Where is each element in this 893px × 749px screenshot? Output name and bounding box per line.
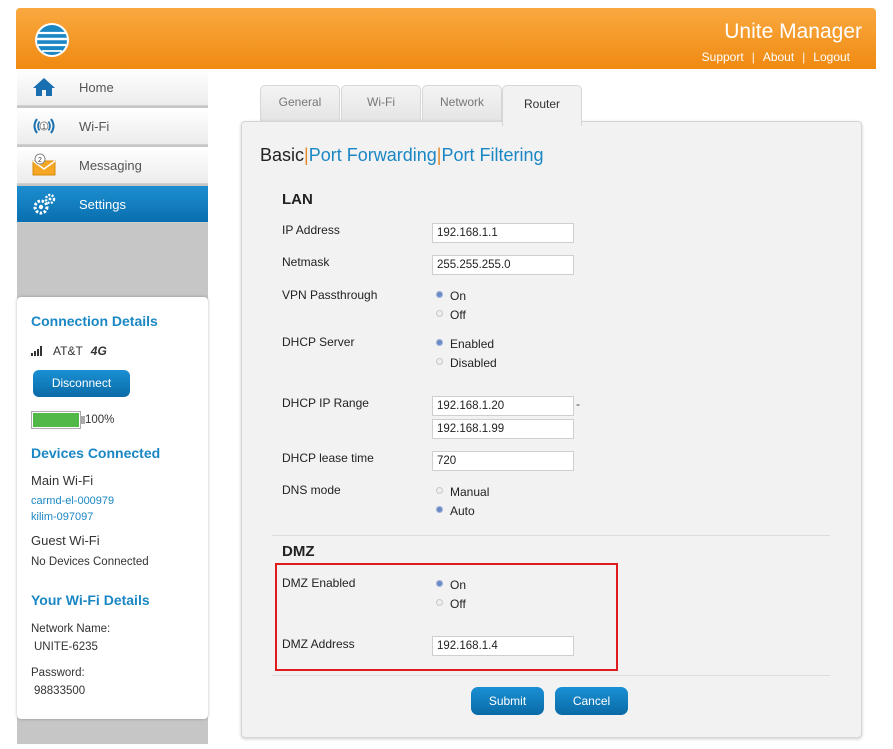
home-icon bbox=[29, 77, 59, 97]
sidebar-item-label: Messaging bbox=[79, 157, 142, 173]
app-title: Unite Manager bbox=[724, 20, 862, 43]
dns-manual-radio[interactable]: Manual bbox=[436, 485, 489, 499]
dhcp-lease-time-field[interactable]: 720 bbox=[432, 451, 574, 471]
radio-unselected-icon bbox=[436, 357, 443, 365]
top-links: Support | About | Logout bbox=[694, 50, 858, 64]
dns-auto-radio[interactable]: Auto bbox=[436, 504, 475, 518]
att-logo-icon bbox=[35, 23, 69, 57]
radio-label: Auto bbox=[450, 504, 475, 518]
radio-unselected-icon bbox=[436, 486, 443, 494]
wifi-details-title: Your Wi-Fi Details bbox=[31, 592, 150, 608]
radio-label: Off bbox=[450, 308, 466, 322]
4g-lte-icon: 4G bbox=[90, 344, 107, 358]
main-wifi-label: Main Wi-Fi bbox=[31, 473, 94, 488]
messaging-icon: 2 bbox=[29, 153, 59, 177]
wifi-icon: 1 bbox=[29, 115, 59, 137]
sidebar-item-settings[interactable]: Settings bbox=[17, 186, 208, 223]
link-separator: | bbox=[751, 50, 755, 64]
radio-unselected-icon bbox=[436, 309, 443, 317]
password-value: 98833500 bbox=[34, 685, 86, 697]
svg-text:2: 2 bbox=[38, 157, 42, 164]
devices-connected-title: Devices Connected bbox=[31, 445, 161, 461]
dhcp-server-label: DHCP Server bbox=[282, 335, 355, 349]
dhcp-range-start-field[interactable]: 192.168.1.20 bbox=[432, 396, 574, 416]
range-dash: - bbox=[576, 397, 580, 411]
vpn-on-radio[interactable]: On bbox=[436, 289, 466, 303]
link-separator: | bbox=[802, 50, 806, 64]
dns-mode-label: DNS mode bbox=[282, 483, 341, 497]
ip-address-label: IP Address bbox=[282, 223, 340, 237]
radio-selected-icon bbox=[436, 290, 443, 298]
subnav-port-forwarding[interactable]: Port Forwarding bbox=[309, 145, 437, 165]
status-panel: Connection Details AT&T 4G Disconnect 10… bbox=[17, 297, 208, 719]
signal-icon bbox=[31, 346, 42, 356]
sidebar-item-label: Home bbox=[79, 79, 114, 95]
radio-label: Manual bbox=[450, 485, 490, 499]
ip-address-field[interactable]: 192.168.1.1 bbox=[432, 223, 574, 243]
sidebar-item-home[interactable]: Home bbox=[17, 69, 208, 106]
dhcp-ip-range-label: DHCP IP Range bbox=[282, 396, 369, 410]
submit-button[interactable]: Submit bbox=[471, 687, 544, 715]
svg-text:1: 1 bbox=[42, 124, 46, 131]
disconnect-button[interactable]: Disconnect bbox=[33, 370, 130, 397]
dhcp-range-end-field[interactable]: 192.168.1.99 bbox=[432, 419, 574, 439]
carrier-row: AT&T 4G bbox=[31, 344, 107, 358]
dmz-highlight-box bbox=[275, 563, 618, 671]
settings-icon bbox=[29, 192, 59, 216]
logout-link[interactable]: Logout bbox=[805, 50, 858, 64]
netmask-field[interactable]: 255.255.255.0 bbox=[432, 255, 574, 275]
battery-fill bbox=[33, 413, 79, 427]
device-link[interactable]: kilim-097097 bbox=[31, 511, 93, 523]
radio-label: Enabled bbox=[450, 337, 495, 351]
section-divider bbox=[272, 535, 830, 536]
vpn-passthrough-label: VPN Passthrough bbox=[282, 288, 378, 302]
carrier-name: AT&T bbox=[53, 344, 83, 358]
connection-details-title: Connection Details bbox=[31, 313, 158, 329]
dhcp-lease-time-label: DHCP lease time bbox=[282, 451, 374, 465]
dhcp-enabled-radio[interactable]: Enabled bbox=[436, 337, 494, 351]
sidebar-item-label: Settings bbox=[79, 196, 126, 212]
sidebar-item-wifi[interactable]: 1 Wi-Fi bbox=[17, 108, 208, 145]
header-bar: Unite Manager Support | About | Logout bbox=[16, 8, 876, 69]
sidebar-item-messaging[interactable]: 2 Messaging bbox=[17, 147, 208, 184]
sidebar-item-label: Wi-Fi bbox=[79, 118, 110, 134]
radio-selected-icon bbox=[436, 505, 443, 513]
tab-network[interactable]: Network bbox=[422, 85, 502, 122]
radio-label: Disabled bbox=[450, 356, 497, 370]
radio-selected-icon bbox=[436, 338, 443, 346]
about-link[interactable]: About bbox=[755, 50, 802, 64]
network-name-value: UNITE-6235 bbox=[34, 641, 98, 653]
password-label: Password: bbox=[31, 667, 85, 679]
battery-icon bbox=[31, 411, 85, 429]
dmz-section-title: DMZ bbox=[282, 543, 315, 560]
cancel-button[interactable]: Cancel bbox=[555, 687, 628, 715]
guest-devices-status: No Devices Connected bbox=[31, 556, 149, 568]
subnav-basic[interactable]: Basic bbox=[260, 145, 304, 165]
breadcrumb: Basic|Port Forwarding|Port Filtering bbox=[260, 145, 544, 166]
dhcp-disabled-radio[interactable]: Disabled bbox=[436, 356, 497, 370]
battery-percent: 100% bbox=[85, 414, 115, 426]
guest-wifi-label: Guest Wi-Fi bbox=[31, 533, 100, 548]
netmask-label: Netmask bbox=[282, 255, 330, 269]
tab-router[interactable]: Router bbox=[502, 85, 582, 126]
subnav-port-filtering[interactable]: Port Filtering bbox=[441, 145, 543, 165]
tab-general[interactable]: General bbox=[260, 85, 340, 122]
section-divider bbox=[272, 675, 830, 676]
network-name-label: Network Name: bbox=[31, 623, 111, 635]
support-link[interactable]: Support bbox=[694, 50, 752, 64]
radio-label: On bbox=[450, 289, 467, 303]
vpn-off-radio[interactable]: Off bbox=[436, 308, 466, 322]
tab-wifi[interactable]: Wi-Fi bbox=[341, 85, 421, 122]
lan-section-title: LAN bbox=[282, 191, 313, 208]
device-link[interactable]: carmd-el-000979 bbox=[31, 495, 114, 507]
